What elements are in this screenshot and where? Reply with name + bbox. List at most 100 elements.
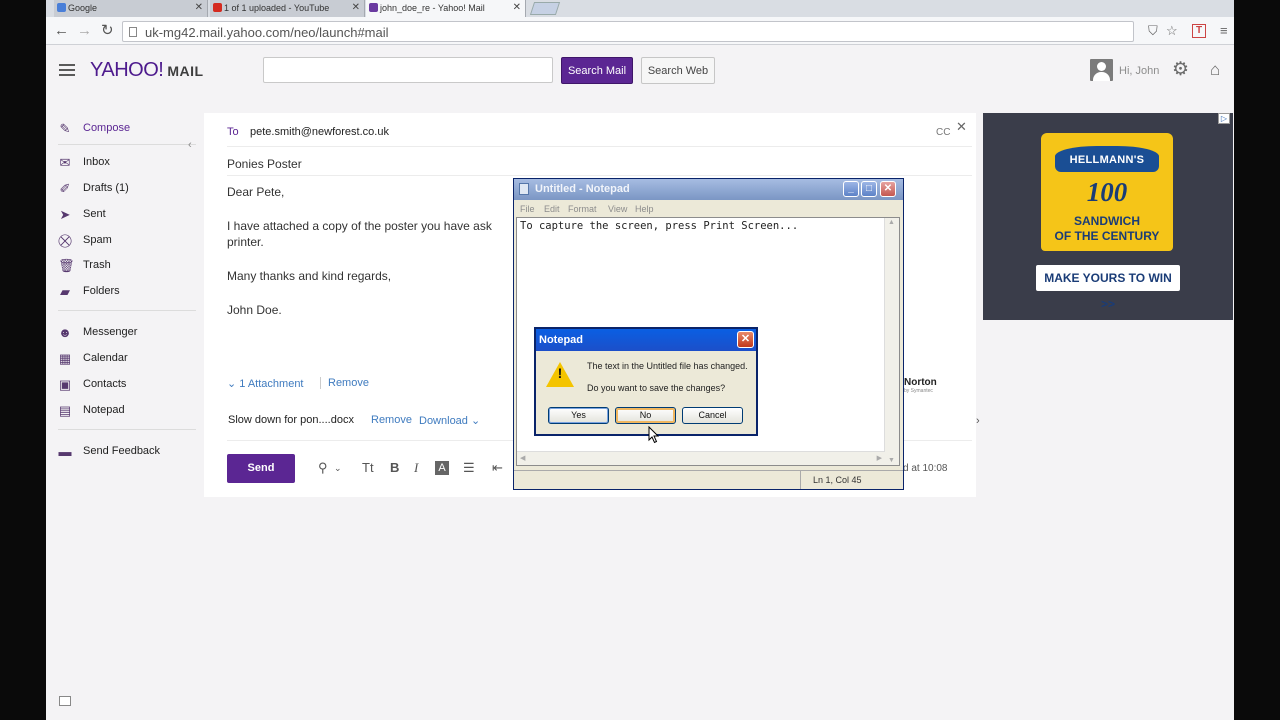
attachment-toggle[interactable]: ⌄ 1 Attachment [227, 377, 304, 390]
notepad-titlebar[interactable]: Untitled - Notepad _ □ ✕ [514, 179, 903, 200]
sidebar-item-notepad[interactable]: ▤ Notepad [58, 402, 198, 420]
bullet-list-icon[interactable]: ☰ [463, 461, 475, 475]
sidebar-item-trash[interactable]: 🗑 Trash [58, 257, 198, 275]
chevron-right-icon[interactable]: › [976, 415, 980, 427]
norton-subtext: by Symantec [904, 388, 933, 394]
font-size-icon[interactable]: Tt [362, 461, 374, 475]
close-icon[interactable]: ✕ [880, 181, 896, 197]
download-file-link[interactable]: Download ⌄ [419, 414, 480, 427]
close-tab-icon[interactable]: ✕ [352, 2, 360, 13]
logo-suffix: MAIL [167, 63, 204, 79]
avatar[interactable] [1090, 59, 1113, 81]
sidebar-item-drafts[interactable]: ✐ Drafts (1) [58, 180, 198, 198]
subject-field[interactable]: Ponies Poster [227, 157, 302, 171]
body-greeting[interactable]: Dear Pete, [227, 185, 284, 199]
sidebar-item-sent[interactable]: ➤ Sent [58, 206, 198, 224]
tab-yahoo-mail[interactable]: john_doe_re - Yahoo! Mail ✕ [366, 0, 526, 17]
dialog-titlebar[interactable]: Notepad ✕ [536, 329, 756, 351]
remove-attachments-link[interactable]: Remove [320, 377, 369, 389]
maximize-icon[interactable]: □ [861, 181, 877, 197]
cc-button[interactable]: CC [936, 127, 950, 138]
sidebar-item-calendar[interactable]: ▦ Calendar [58, 350, 198, 368]
image-icon[interactable] [59, 696, 71, 706]
ad-cta-button[interactable]: MAKE YOURS TO WIN >> [1036, 265, 1180, 311]
sidebar-item-spam[interactable]: ⛒ Spam [58, 232, 198, 250]
warning-exclamation-icon: ! [557, 365, 563, 381]
body-line[interactable]: I have attached a copy of the poster you… [227, 219, 492, 233]
send-button[interactable]: Send [227, 454, 295, 483]
home-icon[interactable]: ⌂ [1210, 61, 1220, 78]
save-changes-dialog: Notepad ✕ ! The text in the Untitled fil… [534, 327, 758, 436]
search-input[interactable] [263, 57, 553, 83]
back-arrow-icon[interactable]: ← [54, 23, 69, 38]
collapse-sidebar-icon[interactable]: ‹ [188, 139, 192, 151]
tab-strip: Google ✕ 1 of 1 uploaded - YouTube ✕ joh… [46, 0, 1234, 17]
menu-item-edit[interactable]: Edit [544, 204, 560, 214]
menu-item-view[interactable]: View [608, 204, 627, 214]
menu-item-help[interactable]: Help [635, 204, 654, 214]
search-web-button[interactable]: Search Web [641, 57, 715, 84]
chevron-down-icon[interactable]: ⌄ [334, 461, 342, 475]
to-label: To [227, 126, 239, 138]
tab-youtube[interactable]: 1 of 1 uploaded - YouTube ✕ [210, 0, 365, 17]
browser-window: Google ✕ 1 of 1 uploaded - YouTube ✕ joh… [46, 0, 1234, 720]
minimize-icon[interactable]: _ [843, 181, 859, 197]
compose-button[interactable]: ✎ Compose [58, 120, 198, 138]
greeting-text[interactable]: Hi, John [1119, 65, 1159, 77]
search-mail-button[interactable]: Search Mail [561, 57, 633, 84]
close-compose-icon[interactable]: ✕ [956, 119, 967, 135]
contacts-icon: ▣ [58, 377, 72, 392]
extension-icon[interactable]: T [1192, 24, 1206, 38]
horizontal-scrollbar[interactable] [517, 451, 885, 465]
inbox-icon: ✉ [59, 155, 71, 170]
hamburger-menu-icon[interactable] [59, 64, 75, 76]
close-icon[interactable]: ✕ [737, 331, 754, 348]
close-tab-icon[interactable]: ✕ [195, 2, 203, 13]
shield-icon[interactable]: ⛉ [1148, 24, 1158, 38]
sidebar-item-contacts[interactable]: ▣ Contacts [58, 376, 198, 394]
sidebar-item-inbox[interactable]: ✉ Inbox [58, 154, 198, 172]
text-color-icon[interactable]: A [435, 461, 449, 475]
body-thanks[interactable]: Many thanks and kind regards, [227, 269, 391, 283]
menu-item-format[interactable]: Format [568, 204, 597, 214]
forward-arrow-icon[interactable]: → [77, 23, 92, 38]
to-field[interactable]: pete.smith@newforest.co.uk [250, 126, 389, 138]
tab-label: 1 of 1 uploaded - YouTube [224, 3, 330, 13]
bold-icon[interactable]: B [390, 461, 399, 475]
spam-icon: ⛒ [58, 233, 72, 248]
download-label: Download [419, 415, 468, 427]
cancel-button[interactable]: Cancel [682, 407, 743, 424]
new-tab-button[interactable] [529, 2, 561, 15]
sidebar-item-folders[interactable]: ▰ Folders [58, 283, 198, 301]
attachment-file-name[interactable]: Slow down for pon....docx [228, 414, 354, 426]
yes-button[interactable]: Yes [548, 407, 609, 424]
bookmark-star-icon[interactable]: ☆ [1166, 24, 1178, 38]
no-button[interactable]: No [615, 407, 676, 424]
menu-icon[interactable]: ≡ [1220, 24, 1228, 38]
body-line[interactable]: printer. [227, 235, 264, 249]
advertisement[interactable]: ▷ HELLMANN'S 100 SANDWICH OF THE CENTURY… [983, 113, 1233, 320]
send-feedback-button[interactable]: ▬ Send Feedback [58, 443, 198, 461]
adchoices-icon[interactable]: ▷ [1218, 113, 1230, 124]
tab-google[interactable]: Google ✕ [54, 0, 208, 17]
close-tab-icon[interactable]: ✕ [513, 2, 521, 13]
ad-tagline: SANDWICH OF THE CENTURY [1041, 214, 1173, 244]
sidebar-item-label: Notepad [83, 404, 125, 416]
sidebar-item-messenger[interactable]: ☻ Messenger [58, 324, 198, 342]
norton-text: Norton [904, 377, 937, 388]
remove-file-link[interactable]: Remove [371, 414, 412, 426]
yahoo-mail-logo[interactable]: YAHOO! MAIL [90, 59, 204, 82]
indent-icon[interactable]: ⇤ [492, 461, 503, 475]
mail-favicon-icon [369, 3, 378, 12]
vertical-scrollbar[interactable] [884, 218, 899, 465]
gear-icon[interactable]: ⚙ [1172, 60, 1189, 79]
reload-icon[interactable]: ↻ [101, 23, 114, 38]
menu-item-file[interactable]: File [520, 204, 535, 214]
body-signature[interactable]: John Doe. [227, 303, 282, 317]
address-bar[interactable]: uk-mg42.mail.yahoo.com/neo/launch#mail [122, 21, 1134, 42]
browser-toolbar: ← → ↻ uk-mg42.mail.yahoo.com/neo/launch#… [46, 17, 1234, 45]
attach-icon[interactable]: ⚲ [318, 461, 328, 475]
ad-tagline-line: SANDWICH [1074, 214, 1140, 228]
compose-label: Compose [83, 122, 131, 134]
italic-icon[interactable]: I [414, 461, 418, 475]
